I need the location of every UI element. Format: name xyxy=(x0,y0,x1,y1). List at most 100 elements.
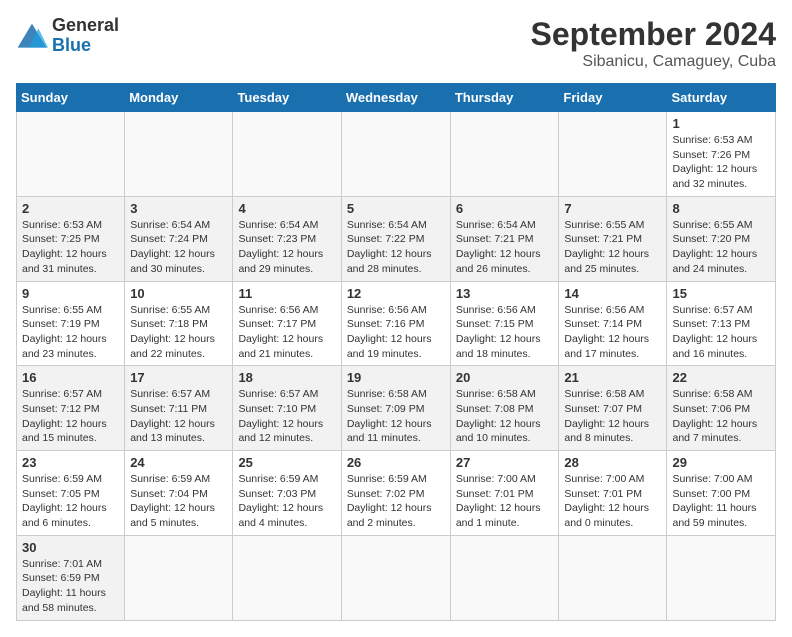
day-number: 29 xyxy=(672,455,770,470)
day-number: 5 xyxy=(347,201,445,216)
day-info: Sunrise: 6:57 AM Sunset: 7:11 PM Dayligh… xyxy=(130,387,227,446)
day-info: Sunrise: 6:59 AM Sunset: 7:02 PM Dayligh… xyxy=(347,472,445,531)
day-info: Sunrise: 6:59 AM Sunset: 7:03 PM Dayligh… xyxy=(238,472,335,531)
day-info: Sunrise: 6:58 AM Sunset: 7:09 PM Dayligh… xyxy=(347,387,445,446)
calendar-week-row: 23 Sunrise: 6:59 AM Sunset: 7:05 PM Dayli… xyxy=(17,451,776,536)
day-number: 17 xyxy=(130,370,227,385)
table-row: 3 Sunrise: 6:54 AM Sunset: 7:24 PM Daylig… xyxy=(125,196,233,281)
table-row: 12Sunrise: 6:56 AM Sunset: 7:16 PM Dayli… xyxy=(341,281,450,366)
table-row: 11Sunrise: 6:56 AM Sunset: 7:17 PM Dayli… xyxy=(233,281,341,366)
table-row xyxy=(17,112,125,197)
day-number: 18 xyxy=(238,370,335,385)
table-row: 6Sunrise: 6:54 AM Sunset: 7:21 PM Daylig… xyxy=(450,196,559,281)
table-row xyxy=(125,535,233,620)
day-info: Sunrise: 6:53 AM Sunset: 7:25 PM Dayligh… xyxy=(22,218,119,277)
day-info: Sunrise: 6:57 AM Sunset: 7:10 PM Dayligh… xyxy=(238,387,335,446)
table-row: 4 Sunrise: 6:54 AM Sunset: 7:23 PM Daylig… xyxy=(233,196,341,281)
table-row xyxy=(450,112,559,197)
day-number: 26 xyxy=(347,455,445,470)
day-number: 25 xyxy=(238,455,335,470)
day-info: Sunrise: 7:01 AM Sunset: 6:59 PM Dayligh… xyxy=(22,557,119,616)
day-number: 4 xyxy=(238,201,335,216)
day-info: Sunrise: 6:59 AM Sunset: 7:05 PM Dayligh… xyxy=(22,472,119,531)
table-row xyxy=(125,112,233,197)
day-info: Sunrise: 7:00 AM Sunset: 7:01 PM Dayligh… xyxy=(564,472,661,531)
day-number: 3 xyxy=(130,201,227,216)
day-number: 28 xyxy=(564,455,661,470)
header-thursday: Thursday xyxy=(450,84,559,112)
day-number: 20 xyxy=(456,370,554,385)
logo-text: General Blue xyxy=(52,16,119,56)
location-subtitle: Sibanicu, Camaguey, Cuba xyxy=(531,53,776,71)
table-row: 5Sunrise: 6:54 AM Sunset: 7:22 PM Daylig… xyxy=(341,196,450,281)
table-row: 21Sunrise: 6:58 AM Sunset: 7:07 PM Dayli… xyxy=(559,366,667,451)
table-row xyxy=(450,535,559,620)
day-number: 9 xyxy=(22,286,119,301)
table-row: 19 Sunrise: 6:58 AM Sunset: 7:09 PM Dayli… xyxy=(341,366,450,451)
table-row: 20Sunrise: 6:58 AM Sunset: 7:08 PM Dayli… xyxy=(450,366,559,451)
header-tuesday: Tuesday xyxy=(233,84,341,112)
day-info: Sunrise: 6:56 AM Sunset: 7:17 PM Dayligh… xyxy=(238,303,335,362)
table-row: 2Sunrise: 6:53 AM Sunset: 7:25 PM Daylig… xyxy=(17,196,125,281)
table-row: 15Sunrise: 6:57 AM Sunset: 7:13 PM Dayli… xyxy=(667,281,776,366)
day-info: Sunrise: 6:55 AM Sunset: 7:21 PM Dayligh… xyxy=(564,218,661,277)
logo-general-text: General xyxy=(52,16,119,36)
table-row: 22Sunrise: 6:58 AM Sunset: 7:06 PM Dayli… xyxy=(667,366,776,451)
calendar-week-row: 1 Sunrise: 6:53 AM Sunset: 7:26 PM Daylig… xyxy=(17,112,776,197)
table-row xyxy=(233,535,341,620)
day-info: Sunrise: 6:56 AM Sunset: 7:14 PM Dayligh… xyxy=(564,303,661,362)
table-row: 30 Sunrise: 7:01 AM Sunset: 6:59 PM Dayli… xyxy=(17,535,125,620)
day-info: Sunrise: 6:53 AM Sunset: 7:26 PM Dayligh… xyxy=(672,133,770,192)
day-number: 21 xyxy=(564,370,661,385)
calendar-week-row: 9 Sunrise: 6:55 AM Sunset: 7:19 PM Daylig… xyxy=(17,281,776,366)
table-row xyxy=(233,112,341,197)
day-number: 12 xyxy=(347,286,445,301)
day-info: Sunrise: 6:54 AM Sunset: 7:24 PM Dayligh… xyxy=(130,218,227,277)
day-header-row: Sunday Monday Tuesday Wednesday Thursday… xyxy=(17,84,776,112)
logo-icon xyxy=(16,22,48,50)
table-row xyxy=(667,535,776,620)
day-number: 16 xyxy=(22,370,119,385)
day-number: 8 xyxy=(672,201,770,216)
day-info: Sunrise: 6:55 AM Sunset: 7:19 PM Dayligh… xyxy=(22,303,119,362)
day-info: Sunrise: 6:56 AM Sunset: 7:15 PM Dayligh… xyxy=(456,303,554,362)
day-number: 6 xyxy=(456,201,554,216)
calendar-table: Sunday Monday Tuesday Wednesday Thursday… xyxy=(16,83,776,621)
day-number: 30 xyxy=(22,540,119,555)
table-row: 9 Sunrise: 6:55 AM Sunset: 7:19 PM Daylig… xyxy=(17,281,125,366)
table-row xyxy=(341,535,450,620)
calendar-week-row: 30 Sunrise: 7:01 AM Sunset: 6:59 PM Dayli… xyxy=(17,535,776,620)
day-number: 7 xyxy=(564,201,661,216)
table-row: 14 Sunrise: 6:56 AM Sunset: 7:14 PM Dayli… xyxy=(559,281,667,366)
day-info: Sunrise: 6:55 AM Sunset: 7:20 PM Dayligh… xyxy=(672,218,770,277)
day-info: Sunrise: 6:57 AM Sunset: 7:13 PM Dayligh… xyxy=(672,303,770,362)
calendar-header: Sunday Monday Tuesday Wednesday Thursday… xyxy=(17,84,776,112)
table-row xyxy=(341,112,450,197)
logo: General Blue xyxy=(16,16,119,56)
header-sunday: Sunday xyxy=(17,84,125,112)
header-wednesday: Wednesday xyxy=(341,84,450,112)
day-number: 14 xyxy=(564,286,661,301)
month-title: September 2024 xyxy=(531,16,776,53)
page-header: General Blue September 2024 Sibanicu, Ca… xyxy=(16,16,776,71)
table-row: 27Sunrise: 7:00 AM Sunset: 7:01 PM Dayli… xyxy=(450,451,559,536)
table-row: 17 Sunrise: 6:57 AM Sunset: 7:11 PM Dayli… xyxy=(125,366,233,451)
table-row: 23 Sunrise: 6:59 AM Sunset: 7:05 PM Dayli… xyxy=(17,451,125,536)
calendar-body: 1 Sunrise: 6:53 AM Sunset: 7:26 PM Daylig… xyxy=(17,112,776,621)
header-saturday: Saturday xyxy=(667,84,776,112)
header-friday: Friday xyxy=(559,84,667,112)
title-block: September 2024 Sibanicu, Camaguey, Cuba xyxy=(531,16,776,71)
day-number: 1 xyxy=(672,116,770,131)
table-row: 8 Sunrise: 6:55 AM Sunset: 7:20 PM Daylig… xyxy=(667,196,776,281)
table-row: 13Sunrise: 6:56 AM Sunset: 7:15 PM Dayli… xyxy=(450,281,559,366)
logo-blue-text: Blue xyxy=(52,36,119,56)
day-info: Sunrise: 6:54 AM Sunset: 7:23 PM Dayligh… xyxy=(238,218,335,277)
day-info: Sunrise: 6:55 AM Sunset: 7:18 PM Dayligh… xyxy=(130,303,227,362)
day-info: Sunrise: 7:00 AM Sunset: 7:01 PM Dayligh… xyxy=(456,472,554,531)
day-number: 10 xyxy=(130,286,227,301)
day-number: 19 xyxy=(347,370,445,385)
day-number: 23 xyxy=(22,455,119,470)
calendar-week-row: 2Sunrise: 6:53 AM Sunset: 7:25 PM Daylig… xyxy=(17,196,776,281)
table-row: 10 Sunrise: 6:55 AM Sunset: 7:18 PM Dayli… xyxy=(125,281,233,366)
day-number: 22 xyxy=(672,370,770,385)
